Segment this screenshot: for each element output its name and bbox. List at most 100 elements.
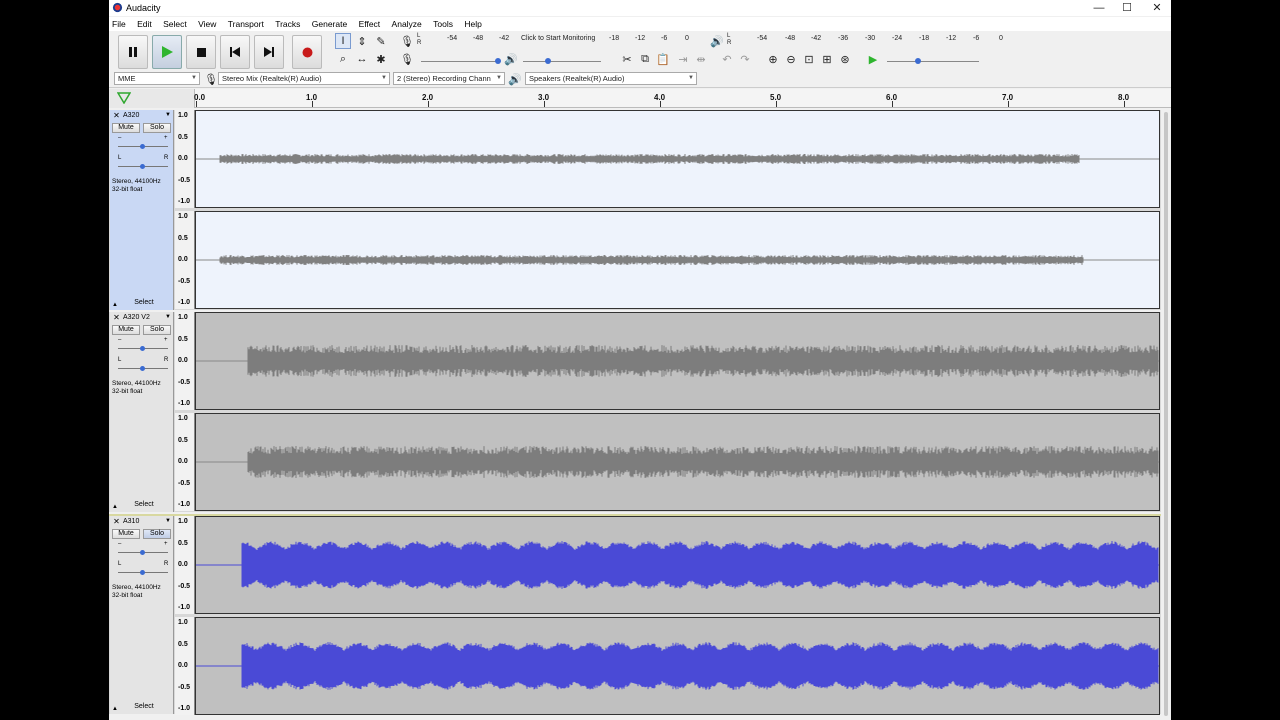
- track-name[interactable]: A320: [123, 112, 139, 119]
- mute-button[interactable]: Mute: [112, 325, 140, 335]
- solo-button[interactable]: Solo: [143, 325, 171, 335]
- track-control-panel[interactable]: ✕ A320 ▼ Mute Solo – + L R Stereo, 44100…: [110, 110, 174, 310]
- timeline-options-icon[interactable]: [117, 92, 131, 104]
- multi-tool-icon[interactable]: ✱: [373, 51, 389, 67]
- close-track-icon[interactable]: ✕: [112, 517, 121, 526]
- gain-knob[interactable]: [140, 346, 145, 351]
- pause-button[interactable]: [118, 35, 148, 69]
- zoom-toggle-icon[interactable]: ⊛: [837, 51, 853, 67]
- track-control-panel[interactable]: ✕ A310 ▼ Mute Solo – + L R Stereo, 44100…: [110, 516, 174, 714]
- play-speed-slider[interactable]: [887, 58, 979, 64]
- speaker-icon[interactable]: 🔊: [709, 33, 725, 49]
- amplitude-ruler[interactable]: 1.0 0.5 0.0 -0.5 -1.0: [175, 413, 195, 511]
- gain-knob[interactable]: [140, 550, 145, 555]
- recording-channels-dropdown[interactable]: 2 (Stereo) Recording Chann ▼: [393, 72, 505, 85]
- maximize-button[interactable]: ☐: [1112, 1, 1142, 15]
- select-track-button[interactable]: Select: [124, 298, 164, 308]
- amplitude-ruler[interactable]: 1.0 0.5 0.0 -0.5 -1.0: [175, 617, 195, 715]
- solo-button[interactable]: Solo: [143, 123, 171, 133]
- draw-tool-icon[interactable]: ✎: [373, 33, 389, 49]
- minimize-button[interactable]: —: [1084, 1, 1114, 15]
- record-volume-slider[interactable]: [421, 58, 501, 64]
- undo-icon[interactable]: ↶: [719, 51, 735, 67]
- audio-track[interactable]: ✕ A310 ▼ Mute Solo – + L R Stereo, 44100…: [109, 514, 1171, 715]
- waveform-channel[interactable]: [195, 617, 1160, 715]
- amplitude-ruler[interactable]: 1.0 0.5 0.0 -0.5 -1.0: [175, 211, 195, 309]
- select-track-button[interactable]: Select: [124, 500, 164, 510]
- amplitude-ruler[interactable]: 1.0 0.5 0.0 -0.5 -1.0: [175, 110, 195, 208]
- playback-volume-knob[interactable]: [545, 58, 551, 64]
- copy-icon[interactable]: ⧉: [637, 51, 653, 67]
- pan-knob[interactable]: [140, 570, 145, 575]
- timeline-ruler[interactable]: 0.0 1.0 2.0 3.0 4.0 5.0 6.0 7.0 8.0: [109, 89, 1171, 108]
- skip-end-button[interactable]: [254, 35, 284, 69]
- amplitude-ruler[interactable]: 1.0 0.5 0.0 -0.5 -1.0: [175, 516, 195, 614]
- track-menu-chevron-icon[interactable]: ▼: [165, 518, 171, 524]
- menu-select[interactable]: Select: [163, 17, 187, 31]
- fit-project-icon[interactable]: ⊞: [819, 51, 835, 67]
- waveform-channel[interactable]: [195, 413, 1160, 511]
- amplitude-ruler[interactable]: 1.0 0.5 0.0 -0.5 -1.0: [175, 312, 195, 410]
- track-menu-chevron-icon[interactable]: ▼: [165, 314, 171, 320]
- record-volume-knob[interactable]: [495, 58, 501, 64]
- solo-button[interactable]: Solo: [143, 529, 171, 539]
- collapse-track-icon[interactable]: ▲: [112, 302, 118, 308]
- play-button[interactable]: [152, 35, 182, 69]
- redo-icon[interactable]: ↷: [737, 51, 753, 67]
- zoom-out-icon[interactable]: ⊖: [783, 51, 799, 67]
- menu-analyze[interactable]: Analyze: [392, 17, 422, 31]
- cut-icon[interactable]: ✂: [619, 51, 635, 67]
- menu-transport[interactable]: Transport: [228, 17, 264, 31]
- audio-host-dropdown[interactable]: MME ▼: [114, 72, 200, 85]
- menu-file[interactable]: File: [112, 17, 126, 31]
- mute-button[interactable]: Mute: [112, 529, 140, 539]
- menu-view[interactable]: View: [198, 17, 216, 31]
- pan-knob[interactable]: [140, 164, 145, 169]
- menu-effect[interactable]: Effect: [359, 17, 381, 31]
- collapse-track-icon[interactable]: ▲: [112, 504, 118, 510]
- envelope-tool-icon[interactable]: ⇕: [354, 33, 370, 49]
- menu-help[interactable]: Help: [464, 17, 481, 31]
- fit-selection-icon[interactable]: ⊡: [801, 51, 817, 67]
- zoom-tool-icon[interactable]: ⌕: [335, 51, 351, 67]
- track-name[interactable]: A310: [123, 518, 139, 525]
- track-name[interactable]: A320 V2: [123, 314, 150, 321]
- scrollbar-thumb[interactable]: [1164, 112, 1168, 716]
- menu-tracks[interactable]: Tracks: [275, 17, 300, 31]
- track-control-panel[interactable]: ✕ A320 V2 ▼ Mute Solo – + L R Stereo, 44…: [110, 312, 174, 512]
- play-speed-knob[interactable]: [915, 58, 921, 64]
- skip-start-button[interactable]: [220, 35, 250, 69]
- record-meter[interactable]: -54 -48 -42 Click to Start Monitoring -1…: [427, 34, 697, 48]
- mute-button[interactable]: Mute: [112, 123, 140, 133]
- menu-tools[interactable]: Tools: [433, 17, 453, 31]
- pan-knob[interactable]: [140, 366, 145, 371]
- gain-knob[interactable]: [140, 144, 145, 149]
- recording-device-dropdown[interactable]: Stereo Mix (Realtek(R) Audio) ▼: [218, 72, 390, 85]
- timeshift-tool-icon[interactable]: ↔: [354, 51, 370, 67]
- audio-track[interactable]: ✕ A320 V2 ▼ Mute Solo – + L R Stereo, 44…: [109, 312, 1171, 512]
- playback-volume-slider[interactable]: [523, 58, 601, 64]
- track-menu-chevron-icon[interactable]: ▼: [165, 112, 171, 118]
- playback-device-dropdown[interactable]: Speakers (Realtek(R) Audio) ▼: [525, 72, 697, 85]
- zoom-in-icon[interactable]: ⊕: [765, 51, 781, 67]
- vertical-scrollbar[interactable]: [1161, 108, 1171, 720]
- play-at-speed-icon[interactable]: ▶: [865, 51, 881, 67]
- waveform-channel[interactable]: [195, 516, 1160, 614]
- audio-track[interactable]: ✕ A320 ▼ Mute Solo – + L R Stereo, 44100…: [109, 110, 1171, 310]
- record-button[interactable]: [292, 35, 322, 69]
- silence-icon[interactable]: ⇹: [693, 51, 709, 67]
- menu-generate[interactable]: Generate: [312, 17, 347, 31]
- waveform-channel[interactable]: [195, 312, 1160, 410]
- close-window-button[interactable]: ✕: [1142, 1, 1171, 15]
- close-track-icon[interactable]: ✕: [112, 313, 121, 322]
- click-to-start-monitoring[interactable]: Click to Start Monitoring: [521, 35, 595, 42]
- selection-tool-icon[interactable]: I: [335, 33, 351, 49]
- paste-icon[interactable]: 📋: [655, 51, 671, 67]
- menu-edit[interactable]: Edit: [137, 17, 152, 31]
- stop-button[interactable]: [186, 35, 216, 69]
- microphone-icon[interactable]: 🎙: [399, 33, 415, 49]
- collapse-track-icon[interactable]: ▲: [112, 706, 118, 712]
- waveform-channel[interactable]: [195, 110, 1160, 208]
- close-track-icon[interactable]: ✕: [112, 111, 121, 120]
- trim-icon[interactable]: ⇥: [675, 51, 691, 67]
